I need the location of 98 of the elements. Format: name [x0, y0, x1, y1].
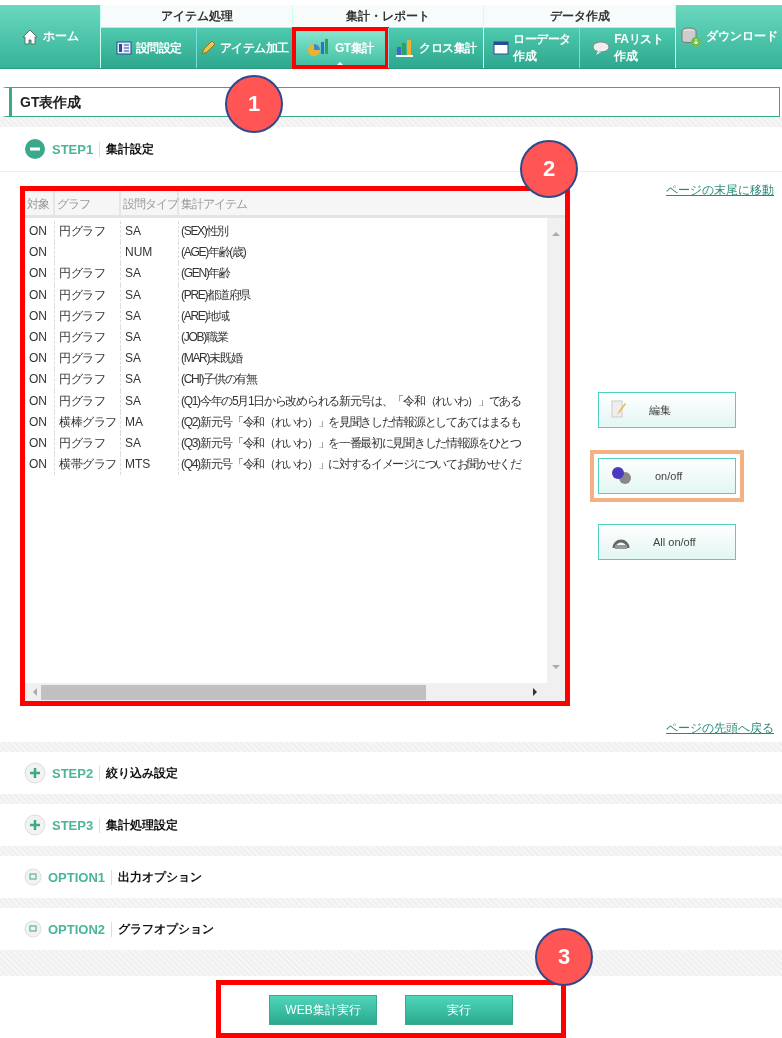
column-header: 設問タイプ	[121, 191, 179, 215]
table-cell: 円グラフ	[55, 284, 121, 306]
table-cell: 横棒グラフ	[55, 411, 121, 433]
table-cell-text: (ARE)地域	[180, 307, 231, 325]
page-top-link[interactable]: ページの先頭へ戻る	[666, 720, 774, 736]
side-button[interactable]: 編集	[598, 392, 736, 428]
table-cell-text: (PRE)都道府県	[180, 286, 252, 304]
table-cell: 円グラフ	[55, 263, 121, 285]
table-cell: ON	[25, 432, 55, 455]
table-cell: ON	[25, 263, 55, 285]
table-cell: MTS	[121, 454, 179, 476]
collapse-icon	[24, 138, 46, 160]
section-title: 絞り込み設定	[106, 764, 179, 782]
option-icon	[24, 868, 42, 886]
speech-bubble-icon	[592, 40, 611, 56]
table-cell: ON	[25, 326, 55, 349]
section-header[interactable]: STEP1 集計設定	[24, 127, 155, 171]
run-button[interactable]: 実行	[405, 995, 513, 1025]
table-cell-text: (GEN)年齢	[180, 265, 232, 283]
table-cell: SA	[121, 348, 179, 370]
table-cell-text: (CHI)子供の有無	[180, 371, 259, 389]
nav-tab[interactable]: アイテム加工	[196, 28, 292, 68]
table-cell: SA	[121, 326, 179, 349]
section-header[interactable]: STEP3 集計処理設定	[24, 804, 179, 846]
table-cell: NUM	[121, 242, 179, 264]
section-title: 集計処理設定	[106, 816, 179, 834]
nav-tab[interactable]: ローデータ 作成	[484, 28, 580, 68]
table-cell: SA	[121, 432, 179, 455]
table-cell: 円グラフ	[55, 305, 121, 327]
section-title: 出力オプション	[118, 868, 203, 886]
edit-icon	[611, 399, 627, 421]
expand-icon	[24, 762, 46, 784]
section-code: STEP1	[52, 141, 101, 157]
section-code: STEP2	[52, 765, 101, 781]
table-cell-text: (Q4)新元号「令和（れいわ）」に対するイメージについてお聞かせくだ	[180, 456, 523, 474]
table-cell: SA	[121, 221, 179, 243]
toggle-icon	[611, 466, 633, 486]
table-cell: SA	[121, 369, 179, 391]
table-cell-text: (Q3)新元号「令和（れいわ）」を一番最初に見聞きした情報源をひとつ	[180, 434, 522, 452]
column-header: 集計アイテム	[180, 196, 248, 213]
group-title: アイテム処理	[101, 5, 292, 28]
table-cell-text: (Q2)新元号「令和（れいわ）」を見聞きした情報源としてあてはまるも	[180, 413, 522, 431]
table-cell-text: (JOB)職業	[180, 328, 229, 346]
table-cell: SA	[121, 305, 179, 327]
table-cell: 円グラフ	[55, 390, 121, 412]
table-cell: 円グラフ	[55, 348, 121, 370]
callout-badge: 1	[225, 75, 283, 133]
table-cell-text: (Q1)今年の5月1日から改められる新元号は、「令和（れいわ）」である	[180, 392, 522, 410]
table-cell-text: (SEX)性別	[180, 223, 229, 240]
home-icon	[21, 27, 40, 46]
horizontal-scrollbar[interactable]	[25, 683, 565, 701]
table-cell: 円グラフ	[55, 432, 121, 455]
table-cell-text: (AGE)年齢(歳)	[180, 244, 247, 262]
list-icon	[115, 40, 132, 56]
column-header: 対象	[25, 191, 55, 215]
section-title: 集計設定	[106, 140, 155, 158]
window-icon	[493, 40, 510, 56]
group-title: 集計・レポート	[292, 5, 484, 28]
side-button[interactable]: All on/off	[598, 524, 736, 560]
table-cell: ON	[25, 369, 55, 391]
nav-tab[interactable]: クロス集計	[387, 28, 484, 68]
section-code: OPTION2	[48, 921, 113, 937]
bar-chart-icon	[395, 38, 416, 58]
table-cell: SA	[121, 390, 179, 412]
section-code: OPTION1	[48, 869, 113, 885]
nav-tab[interactable]: FAリスト 作成	[579, 28, 675, 68]
section-title: グラフオプション	[118, 920, 215, 938]
section-code: STEP3	[52, 817, 101, 833]
expand-icon	[24, 814, 46, 836]
side-button[interactable]: on/off	[598, 458, 736, 494]
pencil-icon	[200, 40, 216, 56]
column-header: グラフ	[55, 191, 121, 215]
section-header[interactable]: OPTION2 グラフオプション	[24, 908, 215, 950]
group-title: データ作成	[484, 5, 675, 28]
table-cell: 円グラフ	[55, 369, 121, 391]
chart-icon	[306, 38, 331, 58]
table-cell: 横帯グラフ	[55, 454, 121, 476]
table-cell: 円グラフ	[55, 221, 121, 243]
table-cell: ON	[25, 242, 55, 264]
table-cell: ON	[25, 221, 55, 243]
table-cell-text: (MAR)未既婚	[180, 350, 243, 368]
table-cell: ON	[25, 454, 55, 476]
vertical-scrollbar[interactable]	[547, 218, 565, 683]
table-cell: SA	[121, 284, 179, 306]
table-cell: MA	[121, 411, 179, 433]
table-cell: SA	[121, 263, 179, 285]
table-cell: ON	[25, 390, 55, 412]
table-cell: ON	[25, 348, 55, 370]
page-bottom-link[interactable]: ページの末尾に移動	[666, 182, 774, 198]
table-cell: ON	[25, 305, 55, 327]
option-icon	[24, 920, 42, 938]
database-icon	[680, 25, 702, 48]
nav-tab[interactable]: 設問設定	[101, 28, 197, 68]
section-header[interactable]: OPTION1 出力オプション	[24, 856, 203, 898]
table-cell: ON	[25, 411, 55, 433]
table-cell: ON	[25, 284, 55, 306]
section-header[interactable]: STEP2 絞り込み設定	[24, 752, 179, 794]
table-cell: 円グラフ	[55, 326, 121, 349]
